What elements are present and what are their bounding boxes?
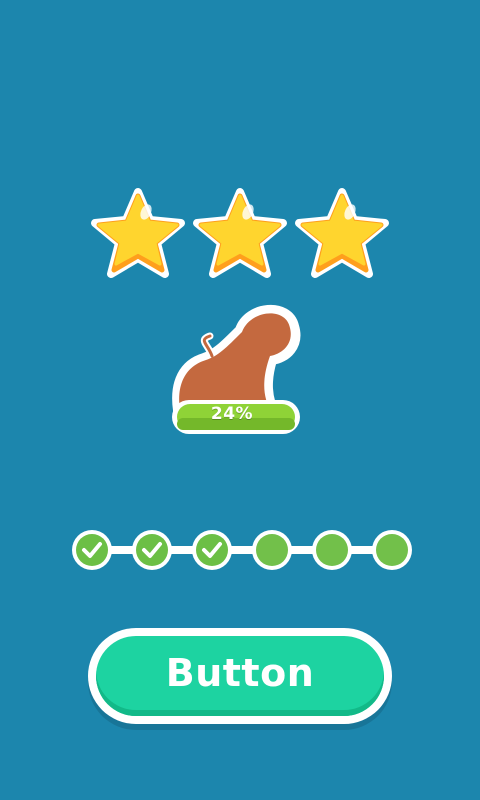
checkmark-icon: [202, 542, 222, 558]
progress-percent-label: 24%: [210, 404, 254, 424]
checkmark-icon: [82, 542, 102, 558]
level-node-completed: [72, 530, 112, 570]
level-node-completed: [132, 530, 172, 570]
level-progress-track: [72, 528, 416, 572]
level-node-pending: [372, 530, 412, 570]
checkmark-icon: [142, 542, 162, 558]
star-icon: [190, 186, 290, 286]
continue-button[interactable]: Button: [88, 628, 392, 724]
level-node-pending: [312, 530, 352, 570]
reward-unlock-progress: 24%: [168, 300, 314, 440]
level-node-completed: [192, 530, 232, 570]
continue-button-label: Button: [165, 651, 315, 695]
star-icon: [88, 186, 188, 286]
star-icon: [292, 186, 392, 286]
level-node-pending: [252, 530, 292, 570]
star-rating: [88, 186, 392, 286]
